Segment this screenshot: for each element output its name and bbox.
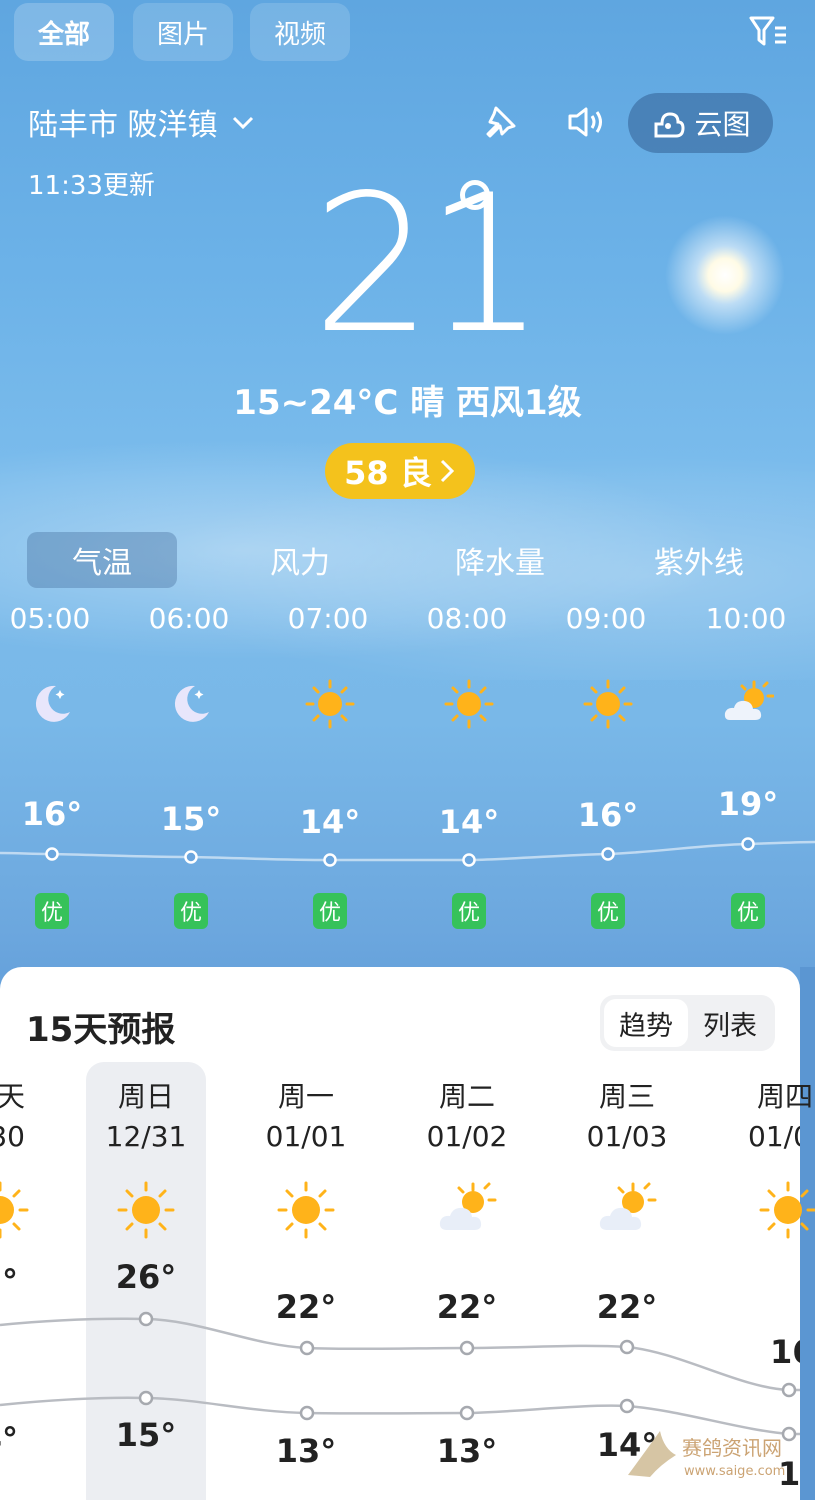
hour-time: 06:00 (148, 602, 230, 635)
aqi-level-badge: 优 (174, 893, 208, 929)
sun-icon (0, 1181, 29, 1239)
sun-icon (305, 679, 355, 729)
partly-cloudy-icon (599, 1182, 657, 1230)
tab-precipitation[interactable]: 降水量 (425, 532, 575, 588)
current-temperature: 21 (312, 154, 546, 375)
hour-time: 08:00 (426, 602, 508, 635)
day-date: 01/03 (586, 1120, 668, 1153)
partly-cloudy-icon (439, 1182, 497, 1230)
day-high-temp: 5° (0, 1262, 18, 1300)
watermark-url: www.saige.com (684, 1464, 785, 1479)
toggle-list[interactable]: 列表 (688, 999, 772, 1047)
watermark-text: 赛鸽资讯网 (682, 1436, 782, 1460)
partly-cloudy-icon (724, 680, 774, 720)
speaker-icon[interactable] (566, 104, 606, 140)
chevron-right-icon (440, 459, 454, 483)
day-date: 01/0 (748, 1120, 800, 1153)
aqi-level-badge: 优 (313, 893, 347, 929)
hour-temp: 19° (717, 785, 779, 823)
day-name: 周三 (598, 1080, 655, 1113)
cloud-map-icon (654, 112, 685, 138)
aqi-badge[interactable]: 58 良 (325, 443, 475, 499)
sun-icon (277, 1181, 335, 1239)
forecast-title: 15天预报 (26, 1010, 176, 1050)
cloud-map-button[interactable]: 云图 (628, 93, 773, 153)
weather-summary: 15~24°C 晴 西风1级 (233, 383, 582, 423)
day-low-temp: 13° (275, 1432, 337, 1470)
day-name: 天 (0, 1080, 25, 1113)
pin-icon[interactable] (482, 104, 518, 140)
aqi-value: 58 良 (344, 454, 432, 492)
location-name: 陆丰市 陂洋镇 (28, 108, 218, 143)
sun-icon (759, 1181, 815, 1239)
day-date: 30 (0, 1120, 25, 1153)
aqi-level-badge: 优 (35, 893, 69, 929)
hourly-temp-curve (0, 837, 815, 867)
degree-symbol (460, 180, 490, 210)
location-selector[interactable]: 陆丰市 陂洋镇 (28, 100, 256, 144)
day-low-temp: 13° (436, 1432, 498, 1470)
sun-glow-icon (660, 210, 790, 340)
aqi-level-badge: 优 (452, 893, 486, 929)
chevron-down-icon (232, 116, 253, 130)
day-low-temp: 4° (0, 1420, 18, 1458)
aqi-level-badge: 优 (731, 893, 765, 929)
hour-time: 07:00 (287, 602, 369, 635)
day-date: 12/31 (105, 1120, 187, 1153)
moon-icon (174, 685, 209, 722)
day-name: 周四 (757, 1080, 814, 1113)
day-name: 周日 (117, 1080, 174, 1113)
aqi-level-badge: 优 (591, 893, 625, 929)
tab-videos[interactable]: 视频 (250, 3, 350, 61)
tab-all[interactable]: 全部 (14, 3, 114, 61)
hour-time: 09:00 (565, 602, 647, 635)
moon-icon (35, 685, 70, 722)
tab-wind[interactable]: 风力 (225, 532, 375, 588)
day-date: 01/02 (426, 1120, 508, 1153)
cloud-map-label: 云图 (694, 108, 751, 141)
day-date: 01/01 (265, 1120, 347, 1153)
day-low-temp: 15° (115, 1416, 177, 1454)
update-time: 11:33更新 (28, 171, 155, 201)
tab-temperature[interactable]: 气温 (27, 532, 177, 588)
tab-uv[interactable]: 紫外线 (624, 532, 774, 588)
sun-icon (117, 1181, 175, 1239)
toggle-trend[interactable]: 趋势 (604, 999, 688, 1047)
watermark-logo: 赛鸽资讯网 www.saige.com (628, 1431, 785, 1479)
day-high-temp: 26° (115, 1258, 177, 1296)
hour-time: 10:00 (705, 602, 787, 635)
day-name: 周二 (438, 1080, 495, 1113)
day-name: 周一 (277, 1080, 334, 1113)
filter-icon[interactable] (748, 14, 788, 50)
sun-icon (583, 679, 633, 729)
hour-time: 05:00 (9, 602, 91, 635)
tab-images[interactable]: 图片 (133, 3, 233, 61)
sun-icon (444, 679, 494, 729)
